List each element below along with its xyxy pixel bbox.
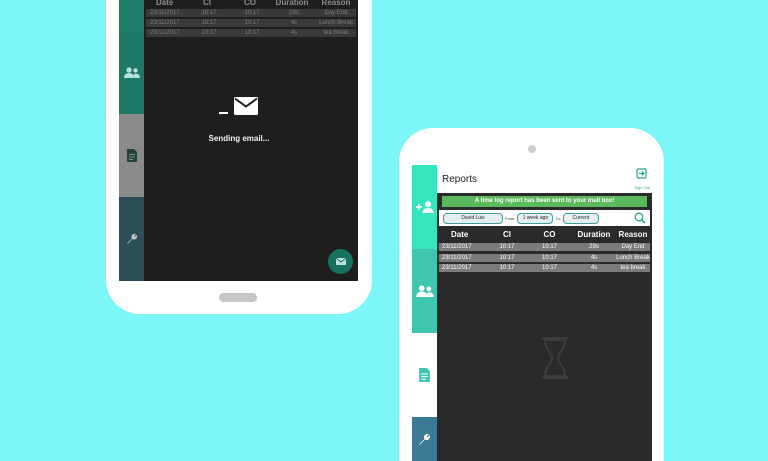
- sidebar: [119, 0, 144, 281]
- cell-co: 10:17: [541, 254, 557, 261]
- hourglass-icon: [542, 337, 568, 379]
- header-reason: Reason: [321, 0, 351, 7]
- header-co: CO: [543, 230, 556, 239]
- home-button[interactable]: [219, 293, 257, 302]
- filter-bar: David Luis From: 1 week ago To: Current: [439, 210, 650, 226]
- add-user-icon: [415, 201, 433, 213]
- users-icon: [415, 285, 434, 297]
- cell-reason: Lunch Break: [319, 20, 353, 26]
- cell-date: 23/11/2017: [150, 30, 180, 36]
- header-co: CO: [244, 0, 256, 7]
- header-date: Date: [156, 0, 174, 7]
- from-select[interactable]: 1 week ago: [517, 212, 554, 224]
- sending-status: Sending email...: [208, 134, 270, 143]
- success-banner: A time log report has been sent to your …: [442, 196, 647, 207]
- wrench-icon: [419, 433, 430, 445]
- cell-reason: Day End: [621, 244, 645, 250]
- search-icon[interactable]: [634, 212, 646, 224]
- reports-panel: A time log report has been sent to your …: [437, 193, 652, 461]
- mail-icon: [234, 97, 258, 115]
- cell-ci: 10:17: [499, 254, 515, 261]
- report-table: 23/11/2017 10:17 10:17 29s Day End 23/11…: [439, 243, 650, 275]
- header-duration: Duration: [275, 0, 309, 7]
- cell-co: 10:17: [244, 30, 260, 36]
- app-header: Reports Sign Out: [437, 165, 652, 193]
- sidebar-item-reports[interactable]: [412, 333, 437, 417]
- sidebar-item-add-user[interactable]: [119, 0, 144, 30]
- cell-date: 23/11/2017: [442, 254, 472, 261]
- cell-co: 10:17: [541, 265, 557, 271]
- cell-ci: 10:17: [499, 244, 515, 250]
- front-camera: [528, 145, 536, 153]
- user-select[interactable]: David Luis: [443, 212, 503, 224]
- cell-reason: Lunch Break: [616, 254, 650, 261]
- cell-ci: 10:17: [201, 10, 217, 16]
- table-row[interactable]: 23/11/2017 10:17 10:17 4s Lunch Break: [439, 253, 650, 262]
- cell-ci: 10:17: [201, 30, 217, 36]
- cell-date: 23/11/2017: [442, 265, 472, 271]
- sidebar-item-reports[interactable]: [119, 114, 144, 197]
- cell-duration: 4s: [590, 265, 598, 271]
- cell-reason: Day End: [324, 10, 348, 16]
- cell-co: 10:17: [244, 20, 260, 26]
- table-row[interactable]: 23/11/2017 10:17 10:17 4s Lunch Break: [146, 19, 356, 27]
- header-date: Date: [451, 230, 469, 239]
- sidebar-item-add-user[interactable]: [412, 165, 437, 249]
- cell-duration: 29s: [589, 244, 599, 250]
- cell-co: 10:17: [244, 10, 260, 16]
- document-icon: [126, 149, 137, 162]
- sidebar-item-settings[interactable]: [119, 197, 144, 281]
- document-icon: [419, 368, 430, 382]
- send-email-button[interactable]: [328, 249, 353, 274]
- page-title: Reports: [442, 174, 478, 185]
- cell-ci: 10:17: [499, 265, 515, 271]
- table-row[interactable]: 23/11/2017 10:17 10:17 4s tea break: [146, 29, 356, 37]
- users-icon: [123, 66, 140, 78]
- sending-dash: [219, 112, 228, 114]
- cell-ci: 10:17: [201, 20, 217, 26]
- sidebar-item-settings[interactable]: [412, 417, 437, 461]
- header-ci: CI: [503, 230, 511, 239]
- table-header: Date CI CO Duration Reason: [144, 0, 358, 8]
- cell-duration: 29s: [289, 10, 299, 16]
- cell-co: 10:17: [541, 244, 557, 250]
- cell-duration: 4s: [290, 20, 298, 26]
- sidebar-item-users[interactable]: [412, 249, 437, 333]
- to-select[interactable]: Current: [562, 212, 599, 224]
- cell-date: 23/11/2017: [442, 244, 472, 250]
- sign-out-link[interactable]: Sign Out: [634, 185, 650, 190]
- sidebar: [412, 165, 437, 461]
- mail-icon: [335, 258, 346, 265]
- header-duration: Duration: [577, 230, 611, 239]
- table-row[interactable]: 23/11/2017 10:17 10:17 4s tea break: [439, 264, 650, 272]
- cell-duration: 4s: [590, 254, 598, 261]
- header-ci: CI: [203, 0, 211, 7]
- table-row[interactable]: 23/11/2017 10:17 10:17 29s Day End: [439, 243, 650, 251]
- wrench-icon: [126, 233, 137, 244]
- cell-date: 23/11/2017: [150, 20, 180, 26]
- header-reason: Reason: [618, 230, 648, 239]
- sidebar-item-users[interactable]: [119, 30, 144, 114]
- cell-duration: 4s: [290, 30, 298, 36]
- from-label: From:: [505, 215, 516, 221]
- phone-right-screen: Reports Sign Out A time log report has b…: [412, 165, 652, 461]
- cell-date: 23/11/2017: [150, 10, 180, 16]
- sign-out-icon[interactable]: [636, 168, 647, 179]
- table-row[interactable]: 23/11/2017 10:17 10:17 29s Day End: [146, 9, 356, 17]
- cell-reason: tea break: [620, 265, 646, 271]
- to-label: To:: [555, 215, 561, 221]
- table-header: Date CI CO Duration Reason: [439, 230, 650, 240]
- cell-reason: tea break: [323, 30, 349, 36]
